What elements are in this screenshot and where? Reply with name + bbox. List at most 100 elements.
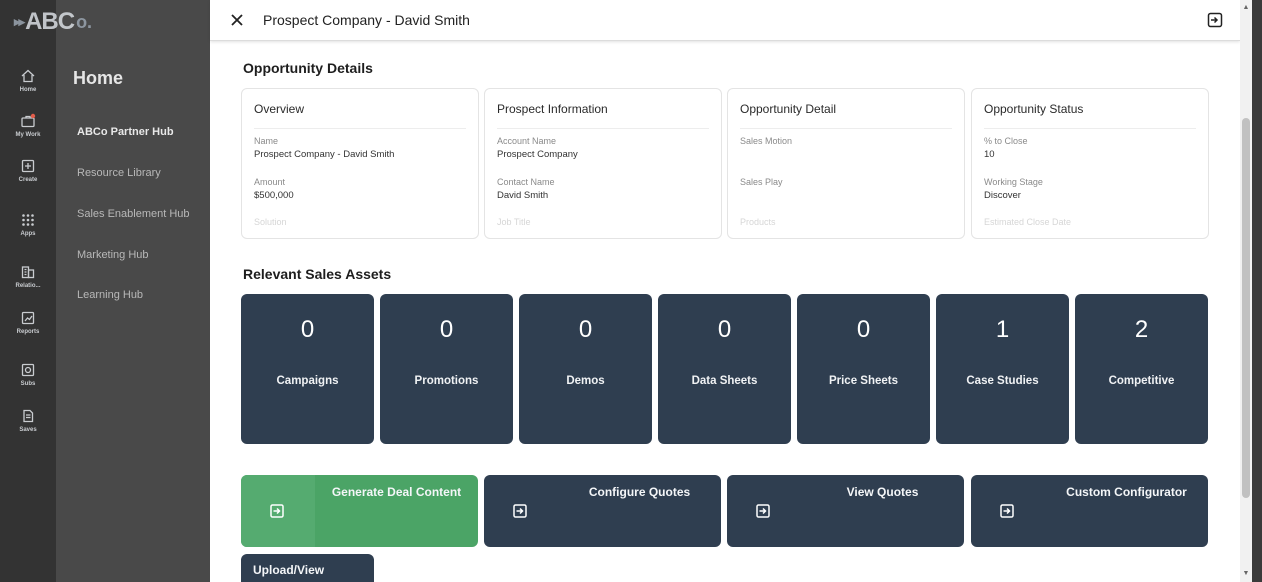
field-label: Estimated Close Date	[984, 217, 1072, 227]
field-estimated-close-date: Estimated Close Date	[984, 217, 1071, 227]
action-icon-area	[484, 475, 558, 547]
scroll-up-icon[interactable]: ▲	[1242, 4, 1250, 12]
asset-tile-promotions[interactable]: 0 Promotions	[380, 294, 513, 444]
card-title: Opportunity Status	[984, 102, 1084, 116]
field-label: Working Stage	[984, 177, 1043, 187]
rail-item-relationships[interactable]: Relatio...	[0, 264, 56, 289]
asset-count: 0	[439, 316, 454, 343]
rail-item-label: Create	[18, 177, 38, 183]
action-label: Upload/View	[253, 563, 325, 577]
grid-icon	[22, 214, 34, 226]
field-contact-name: Contact Name David Smith	[497, 177, 555, 201]
app-logo[interactable]: ▸▸ ABC o.	[14, 8, 92, 36]
logo-suffix: o.	[76, 11, 93, 32]
asset-count: 1	[995, 316, 1010, 343]
custom-configurator-button[interactable]: Custom Configurator	[971, 475, 1208, 547]
asset-tile-case-studies[interactable]: 1 Case Studies	[936, 294, 1069, 444]
field-label: Job Title	[497, 217, 531, 227]
window-edge	[1252, 0, 1262, 582]
gear-icon	[21, 363, 35, 377]
field-value: 10	[984, 149, 995, 160]
asset-label: Demos	[566, 375, 605, 387]
action-icon-area	[727, 475, 801, 547]
field-percent-to-close: % to Close 10	[984, 136, 1028, 160]
card-divider	[254, 128, 466, 129]
field-value: Prospect Company - David Smith	[254, 149, 395, 160]
field-working-stage: Working Stage Discover	[984, 177, 1043, 201]
vertical-scrollbar[interactable]: ▲ ▼	[1240, 0, 1252, 582]
chart-icon	[21, 311, 35, 325]
opportunity-details-title: Opportunity Details	[243, 60, 373, 76]
asset-tile-campaigns[interactable]: 0 Campaigns	[241, 294, 374, 444]
asset-tile-data-sheets[interactable]: 0 Data Sheets	[658, 294, 791, 444]
asset-label: Case Studies	[966, 375, 1039, 387]
view-quotes-button[interactable]: View Quotes	[727, 475, 964, 547]
rail-item-reports[interactable]: Reports	[0, 310, 56, 335]
asset-label: Competitive	[1108, 375, 1175, 387]
opportunity-status-card: Opportunity Status % to Close 10 Working…	[971, 88, 1209, 239]
asset-label: Price Sheets	[828, 375, 899, 387]
nav-title: Home	[73, 68, 124, 88]
generate-deal-content-button[interactable]: Generate Deal Content	[241, 475, 478, 547]
rail-item-saves[interactable]: Saves	[0, 408, 56, 433]
briefcase-icon	[21, 113, 36, 128]
rail-item-label: Saves	[19, 427, 37, 433]
scrollbar-thumb[interactable]	[1242, 118, 1250, 498]
nav-item-marketing-hub[interactable]: Marketing Hub	[77, 249, 149, 261]
action-icon-area	[971, 475, 1045, 547]
enter-icon	[513, 504, 527, 518]
exit-icon[interactable]	[1206, 11, 1224, 29]
asset-tile-price-sheets[interactable]: 0 Price Sheets	[797, 294, 930, 444]
field-value: Discover	[984, 190, 1021, 201]
sales-assets-title: Relevant Sales Assets	[243, 266, 392, 282]
asset-count: 0	[717, 316, 732, 343]
field-products: Products	[740, 217, 776, 227]
card-title: Opportunity Detail	[740, 102, 837, 116]
rail-item-label: Home	[19, 87, 37, 93]
field-label: Amount	[254, 177, 286, 187]
field-amount: Amount $500,000	[254, 177, 294, 201]
field-label: Sales Motion	[740, 136, 793, 146]
rail-item-apps[interactable]: Apps	[0, 212, 56, 237]
overview-card: Overview Name Prospect Company - David S…	[241, 88, 479, 239]
rail-item-subs[interactable]: Subs	[0, 362, 56, 387]
icon-rail: Home My Work Create Apps Relatio... Repo…	[0, 0, 56, 582]
nav-item-sales-enablement-hub[interactable]: Sales Enablement Hub	[77, 208, 190, 220]
rail-item-home[interactable]: Home	[0, 68, 56, 93]
field-label: Account Name	[497, 136, 557, 146]
nav-item-learning-hub[interactable]: Learning Hub	[77, 289, 143, 301]
nav-item-partner-hub[interactable]: ABCo Partner Hub	[77, 126, 174, 138]
close-icon[interactable]	[228, 11, 246, 29]
logo-text: ABC	[25, 8, 75, 35]
scroll-down-icon[interactable]: ▼	[1242, 570, 1250, 578]
asset-count: 0	[856, 316, 871, 343]
panel-title: Prospect Company - David Smith	[263, 12, 470, 28]
field-label: Solution	[254, 217, 287, 227]
card-title: Prospect Information	[497, 102, 608, 116]
asset-label: Data Sheets	[691, 375, 758, 387]
asset-tile-competitive[interactable]: 2 Competitive	[1075, 294, 1208, 444]
asset-label: Campaigns	[276, 375, 339, 387]
field-sales-play: Sales Play	[740, 177, 783, 187]
nav-item-resource-library[interactable]: Resource Library	[77, 167, 161, 179]
prospect-information-card: Prospect Information Account Name Prospe…	[484, 88, 722, 239]
home-nav: Home ABCo Partner Hub Resource Library S…	[56, 0, 210, 582]
asset-count: 0	[300, 316, 315, 343]
rail-item-create[interactable]: Create	[0, 158, 56, 183]
asset-label: Promotions	[414, 375, 479, 387]
configure-quotes-button[interactable]: Configure Quotes	[484, 475, 721, 547]
rail-item-label: Relatio...	[15, 283, 41, 289]
rail-item-label: My Work	[15, 132, 41, 138]
asset-tile-demos[interactable]: 0 Demos	[519, 294, 652, 444]
enter-icon	[270, 504, 284, 518]
action-icon-area	[241, 475, 315, 547]
rail-item-my-work[interactable]: My Work	[0, 113, 56, 138]
action-label: View Quotes	[846, 485, 919, 499]
asset-count: 2	[1134, 316, 1149, 343]
field-value: $500,000	[254, 190, 294, 201]
document-icon	[23, 409, 34, 423]
field-name: Name Prospect Company - David Smith	[254, 136, 394, 160]
upload-view-button[interactable]: Upload/View	[241, 554, 374, 582]
field-label: Products	[740, 217, 776, 227]
card-divider	[984, 128, 1196, 129]
